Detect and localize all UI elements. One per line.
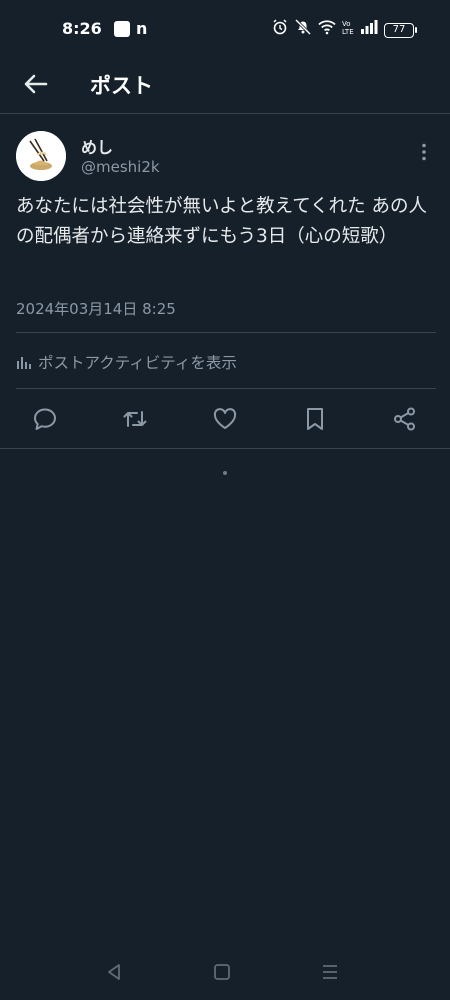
retweet-button[interactable] <box>122 406 148 432</box>
tweet-actions <box>0 398 450 440</box>
volte-icon: Vo LTE <box>342 19 354 41</box>
bookmark-icon <box>307 408 323 430</box>
divider <box>16 388 436 389</box>
status-time: 8:26 <box>62 19 102 38</box>
retweet-icon <box>123 411 147 427</box>
square-home-icon <box>214 964 230 980</box>
signal-icon <box>360 20 378 40</box>
share-icon <box>394 407 415 431</box>
divider <box>0 448 450 449</box>
reply-icon <box>34 408 56 430</box>
screen: 8:26 n Vo LTE 77 ポスト めし @meshi2k あなたには社会… <box>0 0 450 1000</box>
divider <box>16 332 436 333</box>
reply-button[interactable] <box>32 406 58 432</box>
svg-text:Vo: Vo <box>342 20 351 28</box>
alarm-icon <box>272 19 288 41</box>
bookmark-button[interactable] <box>302 406 328 432</box>
back-button[interactable] <box>20 68 52 100</box>
menu-lines-icon <box>323 965 337 979</box>
mute-icon <box>294 18 312 41</box>
tweet-text: あなたには社会性が無いよと教えてくれた あの人の配偶者から連絡来ずにもう3日（心… <box>16 196 428 247</box>
share-button[interactable] <box>392 406 418 432</box>
nav-recents-button[interactable] <box>318 960 342 984</box>
svg-text:LTE: LTE <box>342 28 354 35</box>
like-button[interactable] <box>212 406 238 432</box>
avatar[interactable] <box>16 131 66 181</box>
author-name[interactable]: めし <box>81 134 113 158</box>
more-options-button[interactable] <box>414 142 434 162</box>
view-post-activity-link[interactable]: ポストアクティビティを表示 <box>16 350 237 374</box>
arrow-left-icon <box>24 74 48 94</box>
more-vertical-icon <box>422 143 426 161</box>
battery-indicator: 77 <box>384 22 417 38</box>
status-icons: Vo LTE 77 <box>272 18 417 41</box>
nav-home-button[interactable] <box>210 960 234 984</box>
like-icon <box>213 408 237 429</box>
status-bar: 8:26 n Vo LTE 77 <box>0 0 450 58</box>
app-notification-icon <box>114 21 130 37</box>
author-handle[interactable]: @meshi2k <box>81 158 160 176</box>
page-title: ポスト <box>90 74 153 98</box>
wifi-icon <box>318 19 336 41</box>
loading-indicator <box>223 471 227 475</box>
header: ポスト <box>0 58 450 114</box>
nav-back-button[interactable] <box>103 960 127 984</box>
tweet-timestamp[interactable]: 2024年03月14日 8:25 <box>16 298 176 319</box>
food-chopsticks-icon <box>16 131 66 181</box>
system-nav-bar <box>0 944 450 1000</box>
note-app-icon: n <box>136 19 148 38</box>
analytics-icon <box>17 357 31 369</box>
view-post-activity-label: ポストアクティビティを表示 <box>38 354 237 372</box>
triangle-back-icon <box>108 964 120 980</box>
